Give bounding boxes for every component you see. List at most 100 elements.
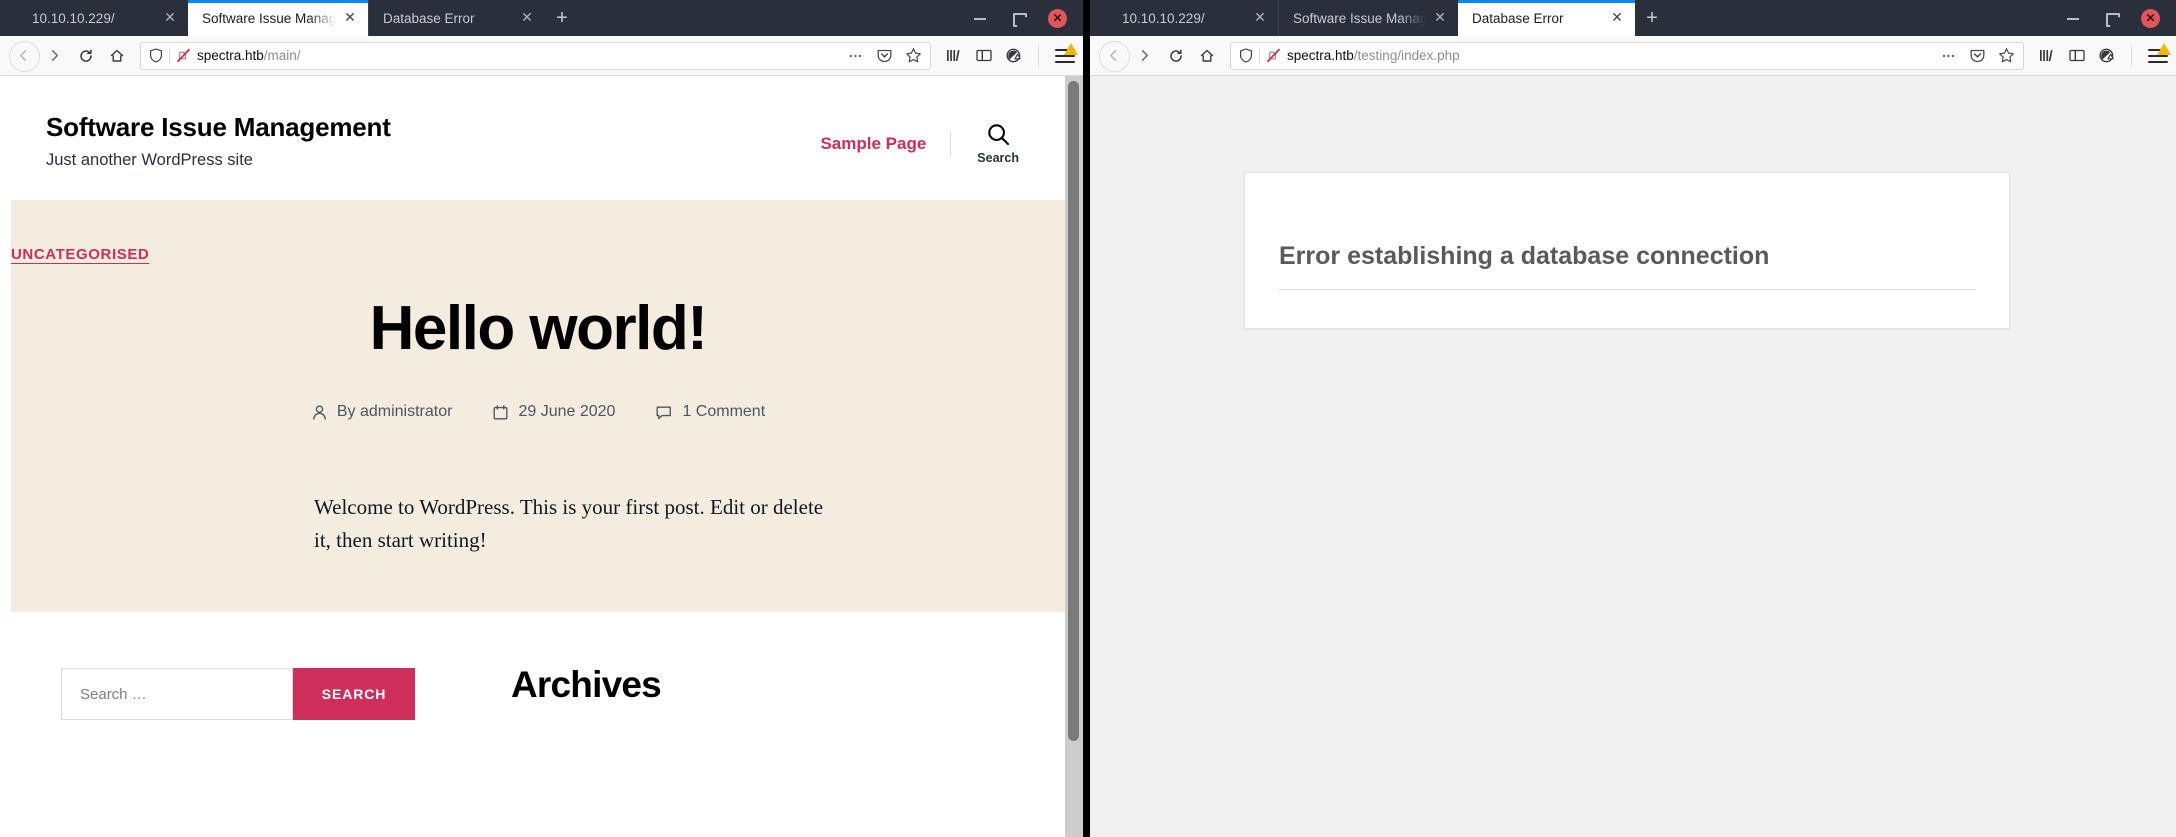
url-path: /testing/index.php [1353, 48, 1460, 63]
browser-window-left: 10.10.10.229/ ✕ Software Issue Managemen… [0, 0, 1083, 837]
navigation-bar-left: spectra.htb/main/ [0, 36, 1083, 76]
post-category-link[interactable]: UNCATEGORISED [11, 246, 149, 263]
sidebar-icon[interactable] [975, 47, 992, 64]
post-meta: By administrator 29 June 2020 1 Comment [11, 403, 1065, 421]
post-date: 29 June 2020 [492, 403, 615, 421]
search-toggle-label: Search [977, 151, 1019, 165]
url-bar-right[interactable]: spectra.htb/testing/index.php [1230, 41, 2024, 70]
maximize-button[interactable] [2103, 10, 2119, 26]
tab-strip-left: 10.10.10.229/ ✕ Software Issue Managemen… [0, 0, 1083, 36]
bookmark-star-icon[interactable] [1998, 47, 2015, 64]
tab-software-issue-management[interactable]: Software Issue Management ✕ [188, 0, 368, 36]
post-body: Welcome to WordPress. This is your first… [314, 495, 824, 552]
reload-button-icon[interactable] [70, 40, 101, 71]
tracking-protection-shield-icon[interactable] [149, 48, 163, 63]
new-tab-button[interactable]: + [545, 0, 579, 36]
post-comments-label[interactable]: 1 Comment [682, 403, 765, 421]
minimize-button[interactable] [972, 10, 988, 26]
post-author: By administrator [311, 403, 453, 421]
url-bar-actions [847, 47, 926, 64]
site-widgets-area: SEARCH Archives [11, 612, 1065, 721]
url-text: spectra.htb/testing/index.php [1287, 48, 1934, 63]
tab-close-icon[interactable]: ✕ [342, 10, 358, 26]
post-category-wrap: UNCATEGORISED [11, 246, 1065, 264]
window-controls-left: ✕ [972, 0, 1075, 36]
back-button-icon[interactable] [8, 40, 40, 72]
maximize-button[interactable] [1010, 10, 1026, 26]
url-host: spectra.htb [1287, 48, 1354, 63]
scrollbar-thumb[interactable] [1068, 81, 1079, 741]
comment-bubble-icon [655, 404, 673, 421]
tab-database-error[interactable]: Database Error ✕ [1458, 0, 1635, 36]
account-warning-icon[interactable] [1005, 47, 1022, 64]
post-date-label[interactable]: 29 June 2020 [518, 403, 615, 421]
url-divider [169, 47, 170, 64]
post-title[interactable]: Hello world! [11, 296, 1065, 361]
library-icon[interactable] [945, 47, 962, 64]
application-menu-icon[interactable] [2148, 42, 2171, 65]
page-viewport-right: Error establishing a database connection [1090, 76, 2176, 837]
insecure-connection-icon[interactable] [1266, 48, 1281, 63]
search-toggle-button[interactable]: Search [951, 122, 1025, 165]
account-warning-icon[interactable] [2098, 47, 2115, 64]
tab-database-error[interactable]: Database Error ✕ [368, 0, 545, 36]
reload-button-icon[interactable] [1160, 40, 1191, 71]
search-submit-button[interactable]: SEARCH [293, 668, 415, 721]
bookmark-star-icon[interactable] [905, 47, 922, 64]
url-text: spectra.htb/main/ [197, 48, 841, 63]
person-icon [311, 404, 328, 421]
forward-button-icon[interactable] [39, 40, 70, 71]
tab-label: Software Issue Management [202, 10, 336, 26]
database-error-page: Error establishing a database connection [1090, 76, 2176, 837]
nav-link-sample-page[interactable]: Sample Page [820, 134, 950, 154]
home-button-icon[interactable] [1191, 40, 1222, 71]
close-window-button[interactable]: ✕ [1048, 8, 1067, 28]
archives-widget-title: Archives [511, 664, 662, 706]
calendar-icon [492, 404, 509, 421]
tab-close-icon[interactable]: ✕ [519, 10, 535, 26]
new-tab-button[interactable]: + [1635, 0, 1669, 36]
toolbar-divider [2131, 45, 2132, 66]
home-button-icon[interactable] [101, 40, 132, 71]
pocket-save-icon[interactable] [876, 47, 893, 64]
search-input[interactable] [61, 668, 293, 721]
tracking-protection-shield-icon[interactable] [1239, 48, 1253, 63]
page-actions-icon[interactable] [1940, 47, 1957, 64]
library-icon[interactable] [2038, 47, 2055, 64]
wordpress-site: Software Issue Management Just another W… [11, 76, 1065, 837]
tab-software-issue-management[interactable]: Software Issue Management ✕ [1278, 0, 1458, 36]
pocket-save-icon[interactable] [1969, 47, 1986, 64]
minimize-button[interactable] [2065, 10, 2081, 26]
site-branding: Software Issue Management Just another W… [46, 112, 391, 170]
site-title[interactable]: Software Issue Management [46, 112, 391, 143]
insecure-connection-icon[interactable] [176, 48, 191, 63]
tab-10-10-10-229[interactable]: 10.10.10.229/ ✕ [1108, 0, 1278, 36]
error-title: Error establishing a database connection [1279, 241, 1975, 290]
tab-strip-right: 10.10.10.229/ ✕ Software Issue Managemen… [1090, 0, 2176, 36]
error-card: Error establishing a database connection [1244, 172, 2010, 329]
tab-close-icon[interactable]: ✕ [1432, 10, 1448, 26]
post-hero: UNCATEGORISED Hello world! By administra… [11, 200, 1065, 613]
page-scrollbar-left[interactable] [1065, 76, 1083, 837]
application-menu-icon[interactable] [1055, 42, 1078, 65]
tab-close-icon[interactable]: ✕ [1609, 10, 1625, 26]
post-author-label: By administrator [336, 403, 453, 421]
back-button-icon[interactable] [1098, 40, 1130, 72]
page-actions-icon[interactable] [847, 47, 864, 64]
url-host: spectra.htb [197, 48, 264, 63]
sidebar-icon[interactable] [2068, 47, 2085, 64]
tab-label: Database Error [383, 10, 475, 26]
menu-update-badge [2157, 42, 2171, 55]
url-path: /main/ [263, 48, 301, 63]
tab-close-icon[interactable]: ✕ [162, 10, 178, 26]
url-bar-actions [1940, 47, 2019, 64]
site-header: Software Issue Management Just another W… [11, 76, 1065, 200]
tab-close-icon[interactable]: ✕ [1252, 10, 1268, 26]
url-bar-left[interactable]: spectra.htb/main/ [140, 41, 931, 70]
menu-update-badge [1064, 42, 1078, 55]
tab-10-10-10-229[interactable]: 10.10.10.229/ ✕ [18, 0, 188, 36]
close-window-button[interactable]: ✕ [2141, 8, 2160, 28]
forward-button-icon[interactable] [1129, 40, 1160, 71]
navigation-bar-right: spectra.htb/testing/index.php [1090, 36, 2176, 76]
primary-navigation: Sample Page Search [820, 112, 1025, 165]
